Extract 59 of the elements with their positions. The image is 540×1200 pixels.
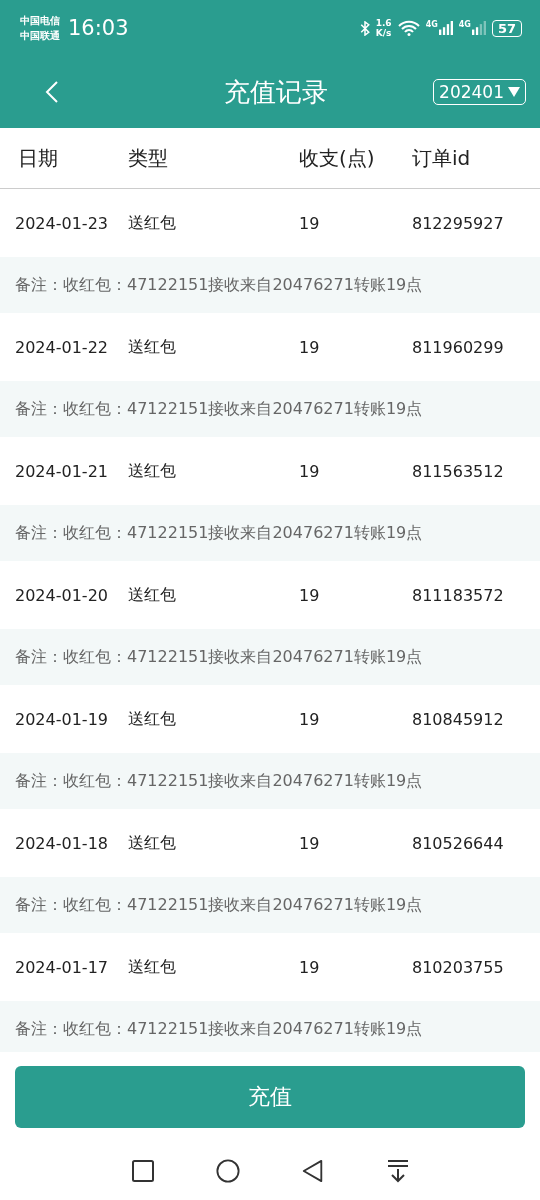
date-cell-text: 2024-01-20: [14, 585, 109, 605]
amount-cell-text: 19: [299, 337, 321, 357]
column-header: 日期: [17, 144, 59, 172]
signal-icon: [438, 20, 453, 36]
type-cell-text: 送红包: [128, 212, 177, 234]
column-header: 收支(点): [299, 144, 376, 172]
order-id-cell: 811183572: [412, 585, 504, 605]
month-selector[interactable]: 202401: [433, 79, 526, 105]
amount-cell-text: 19: [299, 461, 321, 481]
amount-cell-text: 19: [299, 709, 321, 729]
order-id-cell: 810203755: [412, 957, 504, 977]
order-id-cell: 810526644: [412, 833, 504, 853]
back-icon[interactable]: [300, 1159, 325, 1183]
column-header: 类型: [128, 144, 169, 172]
amount-cell-text: 19: [299, 213, 321, 233]
order-id-cell: 812295927: [412, 213, 504, 233]
home-icon[interactable]: [215, 1159, 240, 1183]
caret-icon: [508, 87, 520, 97]
carrier-label: 中国联通: [20, 29, 60, 43]
amount-cell-text: 19: [299, 833, 321, 853]
column-header: 订单id: [412, 144, 471, 172]
date-cell-text: 2024-01-18: [14, 833, 109, 853]
date-cell-text: 2024-01-21: [14, 461, 109, 481]
type-cell-text: 送红包: [128, 584, 177, 606]
order-id-cell: 811563512: [412, 461, 504, 481]
date-cell-text: 2024-01-19: [14, 709, 109, 729]
amount-cell-text: 19: [299, 957, 321, 977]
order-id-cell: 811960299: [412, 337, 504, 357]
network-type: 4G: [425, 20, 438, 29]
note-text: 备注：收红包：47122151接收来自20476271转账19点: [15, 646, 423, 668]
type-cell-text: 送红包: [128, 956, 177, 978]
square-icon[interactable]: [130, 1159, 155, 1183]
note-text: 备注：收红包：47122151接收来自20476271转账19点: [15, 274, 423, 296]
date-cell-text: 2024-01-22: [14, 337, 109, 357]
network-speed: 1.6: [375, 18, 392, 28]
note-text: 备注：收红包：47122151接收来自20476271转账19点: [15, 1018, 423, 1040]
note-text: 备注：收红包：47122151接收来自20476271转账19点: [15, 894, 423, 916]
amount-cell-text: 19: [299, 585, 321, 605]
page-title: 充值记录: [224, 75, 329, 109]
carrier-label: 中国电信: [20, 14, 60, 28]
date-cell-text: 2024-01-23: [14, 213, 109, 233]
type-cell-text: 送红包: [128, 708, 177, 730]
note-text: 备注：收红包：47122151接收来自20476271转账19点: [15, 770, 423, 792]
date-cell-text: 2024-01-17: [14, 957, 109, 977]
order-id-cell: 810845912: [412, 709, 504, 729]
signal-icon: [471, 20, 486, 36]
network-speed: K/s: [375, 28, 392, 38]
type-cell-text: 送红包: [128, 336, 177, 358]
type-cell-text: 送红包: [128, 460, 177, 482]
recharge-button[interactable]: 充值: [15, 1066, 525, 1128]
note-text: 备注：收红包：47122151接收来自20476271转账19点: [15, 522, 423, 544]
type-cell-text: 送红包: [128, 832, 177, 854]
dropdown-icon[interactable]: [385, 1159, 410, 1183]
network-type: 4G: [458, 20, 471, 29]
battery-icon: 57: [491, 19, 522, 37]
bluetooth-icon: [359, 20, 370, 36]
clock-time: 16:03: [68, 16, 129, 40]
note-text: 备注：收红包：47122151接收来自20476271转账19点: [15, 398, 423, 420]
wifi-icon: [397, 20, 420, 36]
